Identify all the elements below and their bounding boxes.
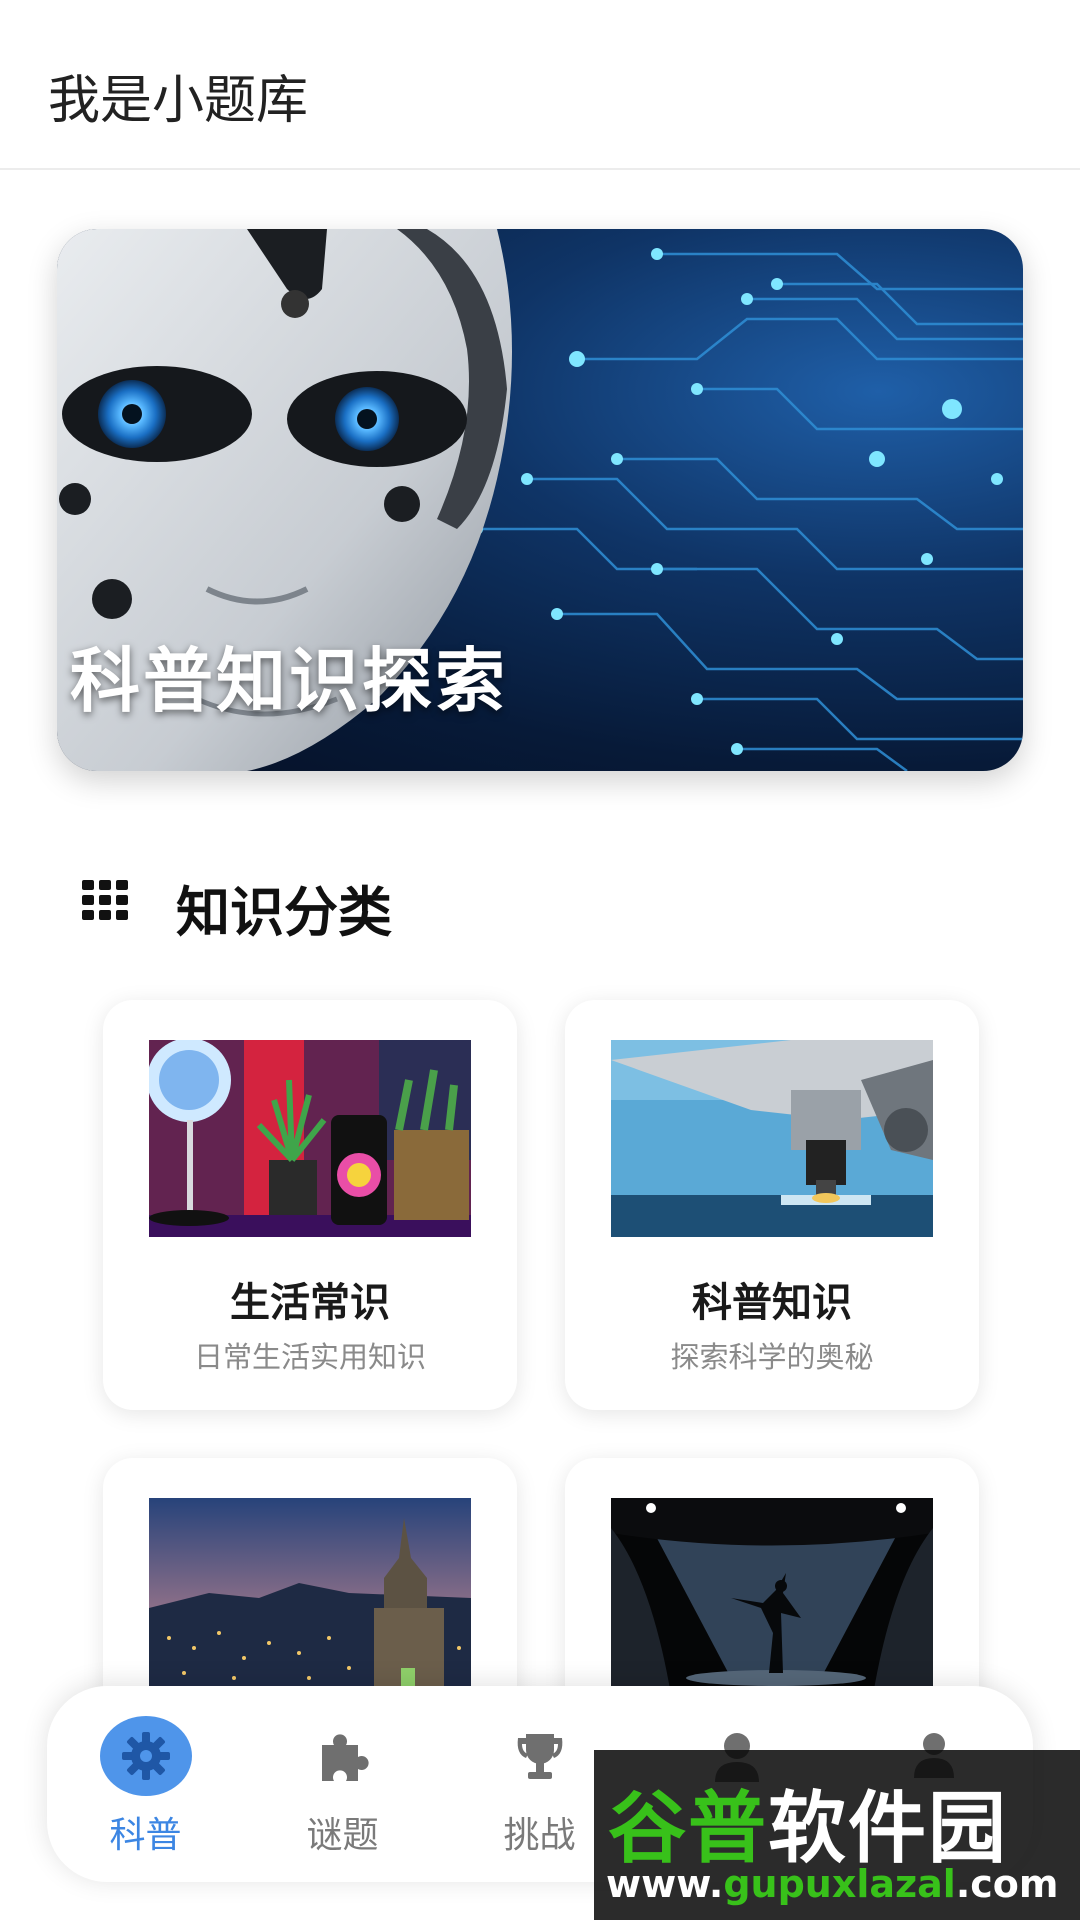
microscope-image bbox=[611, 1040, 933, 1237]
card-title: 生活常识 bbox=[230, 1280, 390, 1326]
watermark-url: www.gupuxlazal.com bbox=[606, 1862, 1059, 1906]
ballet-stage-image bbox=[611, 1498, 933, 1695]
nav-item-science[interactable]: 科普 bbox=[47, 1686, 244, 1882]
app-bar: 我是小题库 bbox=[0, 0, 1080, 170]
puzzle-icon bbox=[297, 1716, 389, 1796]
card-subtitle: 日常生活实用知识 bbox=[193, 1340, 426, 1374]
night-city-image bbox=[149, 1498, 471, 1695]
category-card-life[interactable]: 生活常识 日常生活实用知识 bbox=[103, 1000, 517, 1410]
section-title: 知识分类 bbox=[176, 881, 392, 944]
nav-label: 谜题 bbox=[306, 1815, 379, 1856]
banner-title: 科普知识探索 bbox=[70, 640, 508, 722]
card-subtitle: 探索科学的奥秘 bbox=[670, 1340, 874, 1374]
trophy-icon bbox=[494, 1716, 586, 1796]
category-card-science[interactable]: 科普知识 探索科学的奥秘 bbox=[565, 1000, 979, 1410]
grid-icon bbox=[82, 880, 128, 920]
nav-item-puzzle[interactable]: 谜题 bbox=[244, 1686, 441, 1882]
card-title: 科普知识 bbox=[692, 1280, 852, 1326]
page-title: 我是小题库 bbox=[48, 71, 309, 131]
smart-lamp-image bbox=[149, 1040, 471, 1237]
nav-label: 科普 bbox=[109, 1815, 182, 1856]
gear-icon bbox=[100, 1716, 192, 1796]
watermark: 谷普软件园 www.gupuxlazal.com bbox=[594, 1750, 1080, 1920]
